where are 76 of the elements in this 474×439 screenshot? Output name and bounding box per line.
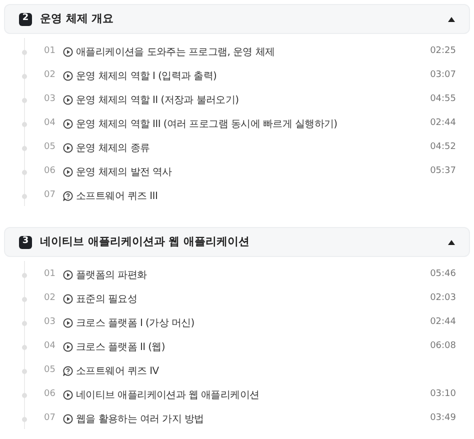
lesson-duration: 03:10 xyxy=(430,388,456,402)
section-title: 운영 체제 개요 xyxy=(40,10,115,27)
play-icon xyxy=(63,342,73,352)
play-icon xyxy=(63,143,73,153)
lesson-title: 소프트웨어 퀴즈 III xyxy=(76,190,159,204)
lesson-number: 05 xyxy=(44,141,56,154)
play-icon xyxy=(63,95,73,105)
lesson-duration: 02:44 xyxy=(430,316,456,330)
lesson-number: 04 xyxy=(44,340,56,354)
question-bubble-icon xyxy=(63,366,73,376)
lesson-row[interactable]: 04 크로스 플랫폼 II (웹) 06:08 xyxy=(20,335,456,359)
play-icon xyxy=(63,318,73,328)
collapse-caret-icon[interactable] xyxy=(448,240,455,244)
lesson-title: 운영 체제의 발전 역사 xyxy=(76,166,173,180)
lesson-number: 03 xyxy=(44,93,56,106)
play-icon xyxy=(63,167,73,177)
lesson-duration: 05:46 xyxy=(430,268,456,282)
lesson-title: 운영 체제의 역할 III (여러 프로그램 동시에 빠르게 실행하기) xyxy=(76,118,338,132)
lesson-row[interactable]: 06 네이티브 애플리케이션과 웹 애플리케이션 03:10 xyxy=(20,383,456,407)
lesson-row[interactable]: 05 운영 체제의 종류 04:52 xyxy=(20,136,456,160)
lesson-title: 운영 체제의 역할 I (입력과 출력) xyxy=(76,70,218,84)
lesson-number: 06 xyxy=(44,165,56,178)
lesson-title: 운영 체제의 역할 II (저장과 불러오기) xyxy=(76,94,240,108)
lesson-title: 웹을 활용하는 여러 가지 방법 xyxy=(76,412,205,426)
lesson-number: 01 xyxy=(44,268,56,282)
lesson-number: 03 xyxy=(44,316,56,330)
lesson-number: 02 xyxy=(44,292,56,306)
lesson-row[interactable]: 07 웹을 활용하는 여러 가지 방법 03:49 xyxy=(20,407,456,431)
lesson-number: 05 xyxy=(44,364,56,378)
lesson-row[interactable]: 05 소프트웨어 퀴즈 IV xyxy=(20,359,456,383)
lesson-duration: 06:08 xyxy=(430,340,456,354)
lesson-duration: 02:25 xyxy=(430,45,456,58)
lesson-title: 애플리케이션을 도와주는 프로그램, 운영 체제 xyxy=(76,46,276,60)
lesson-duration: 03:07 xyxy=(430,69,456,82)
lesson-row[interactable]: 02 표준의 필요성 02:03 xyxy=(20,287,456,311)
lesson-title: 소프트웨어 퀴즈 IV xyxy=(76,364,160,378)
lesson-number: 07 xyxy=(44,412,56,426)
question-bubble-icon xyxy=(63,191,73,201)
lesson-number: 02 xyxy=(44,69,56,82)
lesson-row[interactable]: 06 운영 체제의 발전 역사 05:37 xyxy=(20,160,456,184)
lesson-number: 07 xyxy=(44,189,56,202)
lesson-row[interactable]: 03 크로스 플랫폼 I (가상 머신) 02:44 xyxy=(20,311,456,335)
section-title: 네이티브 애플리케이션과 웹 애플리케이션 xyxy=(40,234,250,250)
section-header[interactable]: 2 운영 체제 개요 xyxy=(4,4,470,34)
lesson-duration: 04:52 xyxy=(430,141,456,154)
lesson-row[interactable]: 01 플랫폼의 파편화 05:46 xyxy=(20,263,456,287)
lesson-title: 크로스 플랫폼 II (웹) xyxy=(76,340,166,354)
lesson-row[interactable]: 07 소프트웨어 퀴즈 III xyxy=(20,184,456,208)
lesson-number: 04 xyxy=(44,117,56,130)
lesson-title: 표준의 필요성 xyxy=(76,292,138,306)
lesson-row[interactable]: 04 운영 체제의 역할 III (여러 프로그램 동시에 빠르게 실행하기) 02:44 xyxy=(20,112,456,136)
play-icon xyxy=(63,270,73,280)
play-icon xyxy=(63,390,73,400)
lesson-number: 01 xyxy=(44,45,56,58)
section-number: 3 xyxy=(19,236,32,248)
section-header[interactable]: 3 네이티브 애플리케이션과 웹 애플리케이션 xyxy=(4,227,470,257)
lesson-row[interactable]: 03 운영 체제의 역할 II (저장과 불러오기) 04:55 xyxy=(20,88,456,112)
lesson-title: 네이티브 애플리케이션과 웹 애플리케이션 xyxy=(76,388,260,402)
play-icon xyxy=(63,71,73,81)
play-icon xyxy=(63,119,73,129)
lesson-title: 크로스 플랫폼 I (가상 머신) xyxy=(76,316,196,330)
play-icon xyxy=(63,414,73,424)
lesson-duration: 02:03 xyxy=(430,292,456,306)
play-icon xyxy=(63,294,73,304)
lesson-row[interactable]: 02 운영 체제의 역할 I (입력과 출력) 03:07 xyxy=(20,64,456,88)
play-icon xyxy=(63,47,73,57)
lesson-duration: 04:55 xyxy=(430,93,456,106)
collapse-caret-icon[interactable] xyxy=(448,16,455,22)
lesson-number: 06 xyxy=(44,388,56,402)
lesson-duration: 03:49 xyxy=(430,412,456,426)
section-number: 2 xyxy=(19,12,32,26)
lesson-title: 운영 체제의 종류 xyxy=(76,142,151,156)
lesson-duration: 05:37 xyxy=(430,165,456,178)
lesson-row[interactable]: 01 애플리케이션을 도와주는 프로그램, 운영 체제 02:25 xyxy=(20,40,456,64)
lesson-title: 플랫폼의 파편화 xyxy=(76,268,148,282)
lesson-duration: 02:44 xyxy=(430,117,456,130)
